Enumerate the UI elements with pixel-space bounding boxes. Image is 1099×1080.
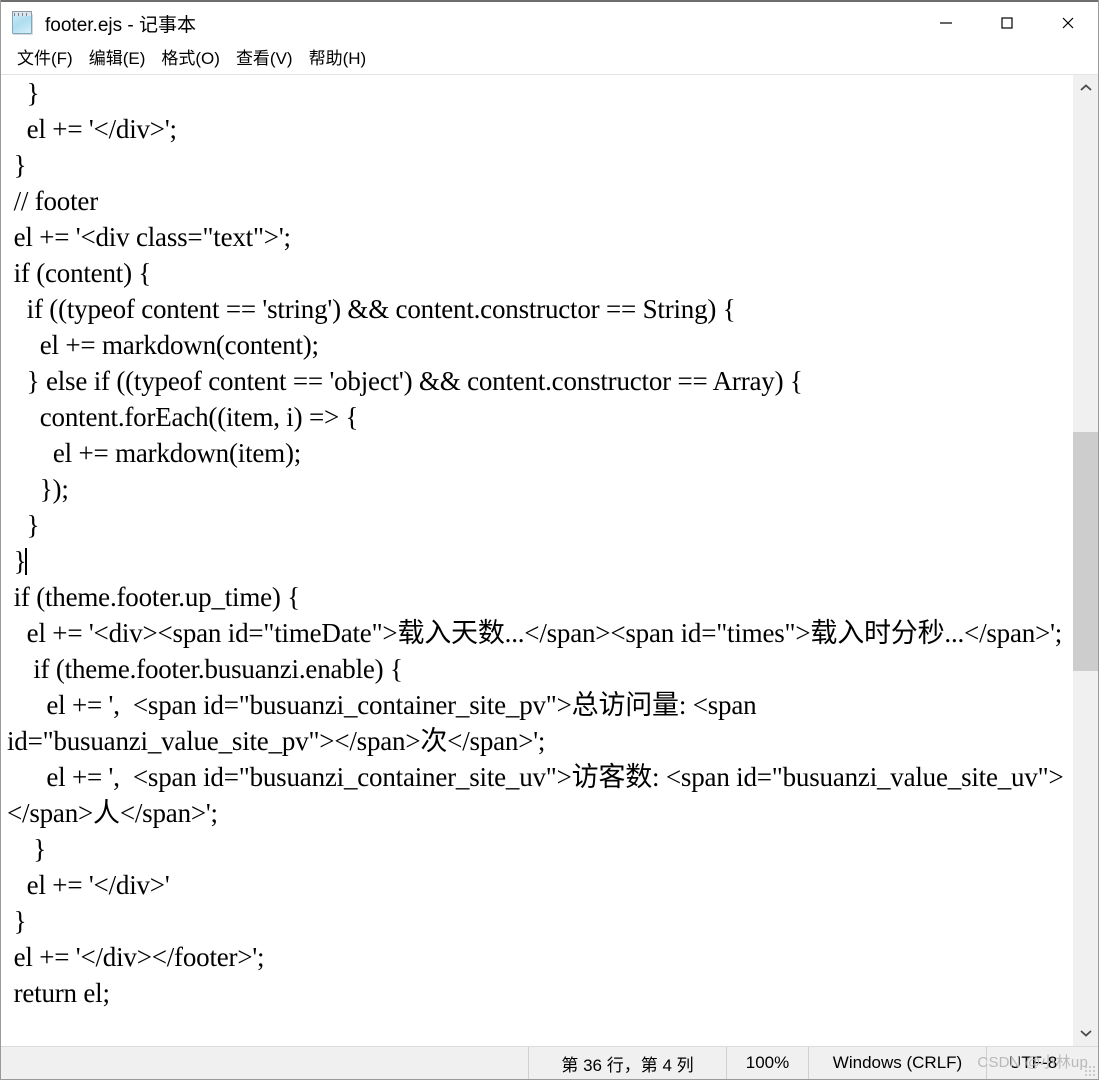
editor-text-content[interactable]: } el += '</div>'; } // footer el += '<di… bbox=[7, 75, 1066, 1011]
menu-bar: 文件(F) 编辑(E) 格式(O) 查看(V) 帮助(H) bbox=[1, 44, 1098, 75]
notepad-window: footer.ejs - 记事本 文件(F) 编辑(E) 格式(O) 查看(V)… bbox=[0, 0, 1099, 1080]
title-bar[interactable]: footer.ejs - 记事本 bbox=[1, 0, 1098, 44]
close-button[interactable] bbox=[1037, 2, 1098, 44]
menu-file[interactable]: 文件(F) bbox=[9, 48, 81, 70]
editor-text-after-caret: if (theme.footer.up_time) { el += '<div>… bbox=[7, 582, 1064, 1008]
status-cursor-position: 第 36 行，第 4 列 bbox=[528, 1047, 726, 1079]
scrollbar-thumb[interactable] bbox=[1073, 431, 1098, 671]
window-title: footer.ejs - 记事本 bbox=[45, 14, 196, 36]
window-controls bbox=[915, 2, 1098, 44]
vertical-scrollbar[interactable] bbox=[1072, 75, 1098, 1046]
scrollbar-track[interactable] bbox=[1073, 101, 1098, 1020]
status-bar: 第 36 行，第 4 列 100% Windows (CRLF) UTF-8 C… bbox=[1, 1046, 1098, 1079]
scroll-down-button[interactable] bbox=[1073, 1020, 1098, 1046]
status-encoding: UTF-8 bbox=[986, 1047, 1098, 1079]
menu-edit[interactable]: 编辑(E) bbox=[81, 48, 154, 70]
maximize-button[interactable] bbox=[976, 2, 1037, 44]
editor-text-before-caret: } el += '</div>'; } // footer el += '<di… bbox=[13, 78, 803, 576]
title-bar-left: footer.ejs - 记事本 bbox=[1, 2, 915, 44]
menu-format[interactable]: 格式(O) bbox=[153, 48, 228, 70]
menu-view[interactable]: 查看(V) bbox=[228, 48, 301, 70]
status-line-ending: Windows (CRLF) bbox=[808, 1047, 986, 1079]
menu-help[interactable]: 帮助(H) bbox=[301, 48, 375, 70]
editor-area: } el += '</div>'; } // footer el += '<di… bbox=[1, 75, 1098, 1046]
notepad-icon bbox=[10, 10, 36, 36]
text-editor[interactable]: } el += '</div>'; } // footer el += '<di… bbox=[1, 75, 1072, 1046]
status-zoom-level[interactable]: 100% bbox=[726, 1047, 808, 1079]
scroll-up-button[interactable] bbox=[1073, 75, 1098, 101]
minimize-button[interactable] bbox=[915, 2, 976, 44]
status-bar-spacer bbox=[1, 1047, 528, 1079]
text-caret bbox=[25, 548, 28, 575]
